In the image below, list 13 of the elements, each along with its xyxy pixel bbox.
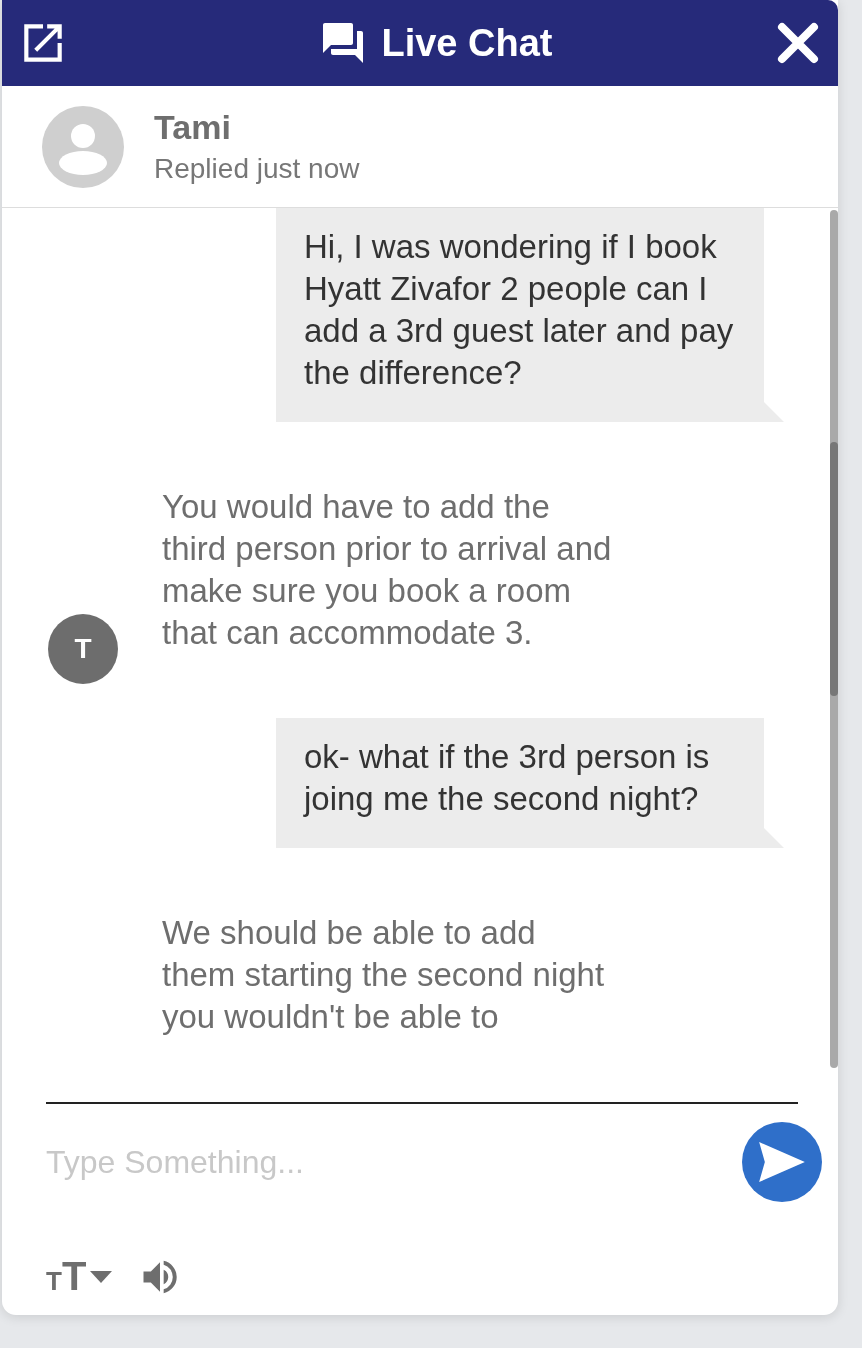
font-size-button[interactable]: TT [46, 1254, 113, 1299]
sent-message: Hi, I was wondering if I book Hyatt Zivafor 2 people can I add a 3rd guest later and pay the difference? [276, 208, 784, 422]
window-title: Live Chat [381, 21, 553, 65]
send-icon [759, 1142, 805, 1182]
caret-icon [90, 1270, 113, 1283]
received-message: You would have to add the third person prior to arrival and make sure you book a room that can accommodate 3. [162, 487, 613, 653]
sent-message: ok- what if the 3rd person is joing me the second night? [276, 718, 784, 848]
agent-avatar: T [48, 614, 118, 684]
received-message: We should be able to add them starting the second night you wouldn't be able to [162, 913, 606, 1037]
avatar-icon [42, 105, 124, 188]
scrollbar[interactable] [830, 210, 838, 1068]
contact-name: Tami [154, 108, 232, 147]
contact-status: Replied just now [154, 153, 360, 185]
